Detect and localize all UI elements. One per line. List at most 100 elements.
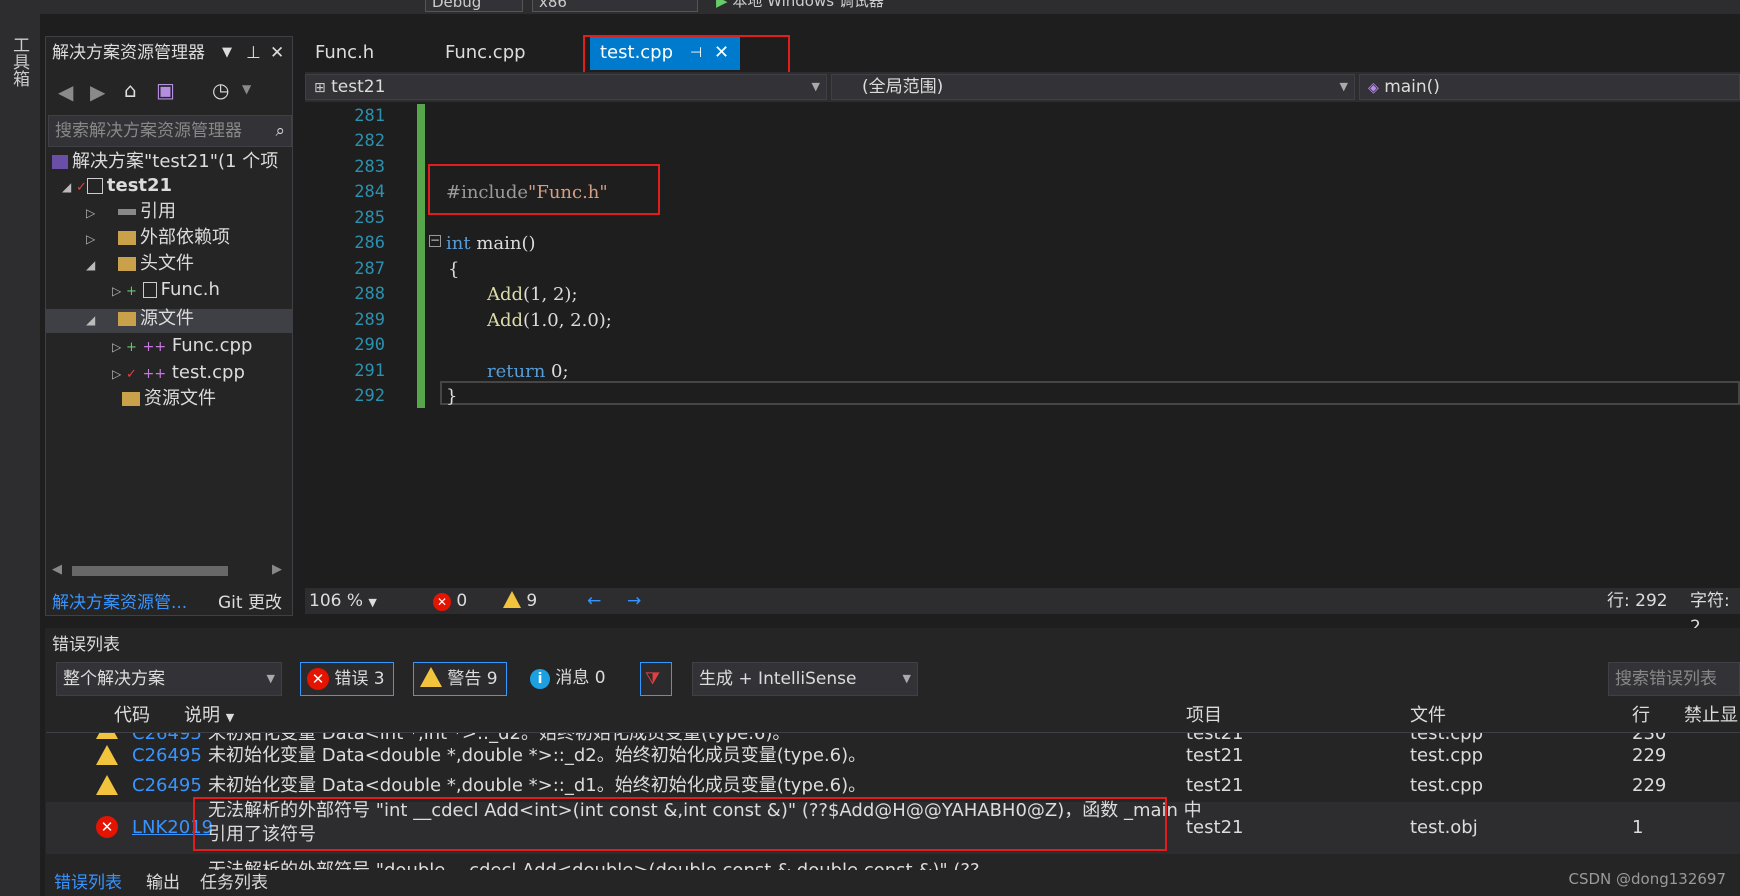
tree-item-project[interactable]: ◢ ✓ test21 xyxy=(62,174,172,198)
line-number: 289 xyxy=(354,310,385,330)
column-suppress[interactable]: 禁止显 xyxy=(1684,700,1738,732)
home-icon[interactable]: ⌂ xyxy=(124,78,137,102)
search-icon[interactable]: ⌕ xyxy=(275,116,285,146)
table-row[interactable]: 无法解析的外部符号 "double __cdecl Add<double>(do… xyxy=(46,856,1740,870)
run-debugger-button[interactable]: ▶ 本地 Windows 调试器 xyxy=(710,0,940,12)
solution-explorer-title: 解决方案资源管理器 ▼ ⊥ ✕ xyxy=(46,38,292,68)
fold-toggle-icon[interactable]: − xyxy=(429,234,441,247)
tab-test-cpp[interactable]: test.cpp ⊣ ✕ xyxy=(590,36,740,70)
column-code[interactable]: 代码 xyxy=(114,700,150,732)
code-line-287[interactable]: { xyxy=(448,257,459,282)
tree-item-func-cpp[interactable]: ▷ + ++ Func.cpp xyxy=(112,334,252,358)
tree-item-source-files[interactable]: ◢ 源文件 xyxy=(86,307,194,331)
build-filter-dropdown[interactable]: 生成 + IntelliSense ▼ xyxy=(692,662,918,696)
tree-item-solution[interactable]: 解决方案"test21"(1 个项 xyxy=(52,150,278,174)
collapse-icon[interactable]: ◢ xyxy=(86,308,100,332)
member-dropdown[interactable]: ◈ main() xyxy=(1359,74,1740,100)
filter-icon[interactable]: ⧩ xyxy=(640,662,672,696)
code-line-288[interactable]: Add(1, 2); xyxy=(487,282,578,307)
add-call: Add xyxy=(487,310,524,331)
warning-count[interactable]: 9 xyxy=(503,588,537,614)
history-dropdown-icon[interactable]: ▼ xyxy=(242,82,251,96)
row-code[interactable]: C26495 xyxy=(132,771,202,801)
platform-dropdown[interactable]: x86 xyxy=(532,0,698,12)
table-row[interactable]: C26495 未初始化变量 Data<double *,double *>::_… xyxy=(46,771,1740,801)
dropdown-icon[interactable]: ▼ xyxy=(222,38,232,68)
tree-item-external-deps[interactable]: ▷ 外部依赖项 xyxy=(86,226,230,250)
tree-item-func-h[interactable]: ▷ + Func.h xyxy=(112,278,220,302)
row-code[interactable]: LNK2019 xyxy=(132,813,213,843)
line-number: 287 xyxy=(354,259,385,279)
code-line-289[interactable]: Add(1.0, 2.0); xyxy=(487,308,612,333)
errors-filter-button[interactable]: ✕ 错误 3 xyxy=(300,662,394,696)
tree-item-header-files[interactable]: ◢ 头文件 xyxy=(86,252,194,276)
tab-func-h[interactable]: Func.h xyxy=(305,36,384,70)
column-line[interactable]: 行 xyxy=(1632,700,1650,732)
column-file[interactable]: 文件 xyxy=(1410,700,1446,732)
scroll-left-icon[interactable]: ◀ xyxy=(52,562,62,577)
tab-task-list[interactable]: 任务列表 xyxy=(200,870,268,896)
tab-error-list[interactable]: 错误列表 xyxy=(54,870,122,896)
table-row-selected[interactable]: ✕ LNK2019 无法解析的外部符号 "int __cdecl Add<int… xyxy=(46,800,1740,854)
line-number: 281 xyxy=(354,106,385,126)
project-dropdown[interactable]: ⊞ test21 ▼ xyxy=(305,74,827,100)
folder-icon xyxy=(118,312,136,326)
expand-icon[interactable]: ▷ xyxy=(86,227,100,251)
row-project: test21 xyxy=(1186,775,1244,796)
method-icon: ◈ xyxy=(1368,80,1379,96)
toolbox-tab[interactable]: 工具箱 xyxy=(9,36,32,87)
expand-icon[interactable]: ▷ xyxy=(112,362,126,386)
line-indicator: 行: 292 xyxy=(1607,591,1668,611)
row-line: 229 xyxy=(1632,775,1667,796)
code-line-284[interactable]: #include"Func.h" xyxy=(446,180,608,205)
code-line-292[interactable]: } xyxy=(446,384,457,409)
history-icon[interactable]: ◷ xyxy=(212,78,229,102)
tree-label: Func.h xyxy=(160,279,220,300)
left-tool-strip xyxy=(0,14,40,896)
back-icon[interactable]: ◀ xyxy=(58,80,73,104)
collapse-icon[interactable]: ◢ xyxy=(62,175,76,199)
code-line-291[interactable]: return 0; xyxy=(487,359,569,384)
error-search-input[interactable]: 搜索错误列表 xyxy=(1608,662,1740,696)
expand-icon[interactable]: ▷ xyxy=(112,279,126,303)
expand-icon[interactable]: ▷ xyxy=(112,335,126,359)
error-count[interactable]: ✕ 0 xyxy=(433,588,467,614)
row-file: test.obj xyxy=(1410,817,1478,838)
switch-view-icon[interactable]: ▣ xyxy=(156,78,175,102)
tree-item-resource-files[interactable]: 资源文件 xyxy=(122,387,216,411)
pin-icon[interactable]: ⊣ xyxy=(690,36,702,70)
scope-dropdown[interactable]: 整个解决方案 ▼ xyxy=(56,662,282,696)
messages-filter-label: 消息 0 xyxy=(555,668,606,688)
collapse-icon[interactable]: ◢ xyxy=(86,253,100,277)
tree-label: Func.cpp xyxy=(171,335,253,356)
tree-item-references[interactable]: ▷ 引用 xyxy=(86,200,176,224)
close-icon[interactable]: ✕ xyxy=(714,36,729,70)
solution-hscrollbar[interactable]: ◀ ▶ xyxy=(46,560,292,582)
expand-icon[interactable]: ▷ xyxy=(86,201,100,225)
scroll-right-icon[interactable]: ▶ xyxy=(272,562,282,577)
editor-nav-bar: ⊞ test21 ▼ (全局范围) ▼ ◈ main() xyxy=(305,72,1740,102)
pin-icon[interactable]: ⊥ xyxy=(246,38,261,68)
scroll-thumb[interactable] xyxy=(72,566,228,576)
tab-solution-explorer[interactable]: 解决方案资源管... xyxy=(46,588,193,618)
next-issue-icon[interactable]: → xyxy=(627,588,641,614)
zoom-dropdown[interactable]: 106 % ▼ xyxy=(309,588,377,616)
code-line-286[interactable]: int main() xyxy=(446,231,536,256)
forward-icon[interactable]: ▶ xyxy=(90,80,105,104)
tab-output[interactable]: 输出 xyxy=(146,870,180,896)
tree-item-test-cpp[interactable]: ▷ ✓ ++ test.cpp xyxy=(112,361,245,385)
column-description[interactable]: 说明 ▼ xyxy=(184,700,234,734)
tab-func-cpp[interactable]: Func.cpp xyxy=(435,36,536,70)
column-project[interactable]: 项目 xyxy=(1186,700,1222,732)
error-list-title: 错误列表 xyxy=(52,635,120,655)
config-dropdown[interactable]: Debug xyxy=(425,0,523,12)
table-row[interactable]: C26495 未初始化变量 Data<double *,double *>::_… xyxy=(46,741,1740,771)
previous-issue-icon[interactable]: ← xyxy=(587,588,601,614)
close-icon[interactable]: ✕ xyxy=(270,38,284,68)
row-code[interactable]: C26495 xyxy=(132,741,202,771)
tab-git-changes[interactable]: Git 更改 xyxy=(212,588,288,618)
solution-search-input[interactable]: 搜索解决方案资源管理器 ⌕ xyxy=(48,115,292,147)
warnings-filter-button[interactable]: 警告 9 xyxy=(413,662,507,696)
scope-dropdown[interactable]: (全局范围) ▼ xyxy=(831,74,1355,100)
messages-filter-button[interactable]: i 消息 0 xyxy=(530,662,606,696)
